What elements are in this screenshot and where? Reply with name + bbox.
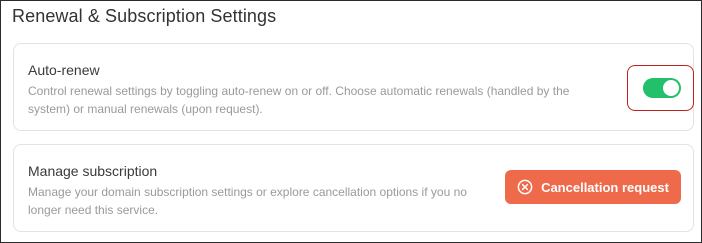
- auto-renew-title: Auto-renew: [28, 62, 100, 78]
- auto-renew-card: Auto-renew Control renewal settings by t…: [13, 43, 694, 131]
- manage-subscription-title: Manage subscription: [28, 163, 158, 179]
- auto-renew-description: Control renewal settings by toggling aut…: [28, 84, 570, 116]
- x-circle-icon: [517, 179, 533, 195]
- cancellation-request-label: Cancellation request: [541, 179, 669, 195]
- auto-renew-toggle[interactable]: [643, 78, 681, 98]
- cancellation-request-button[interactable]: Cancellation request: [505, 170, 681, 204]
- manage-subscription-description: Manage your domain subscription settings…: [28, 185, 467, 217]
- settings-panel: Renewal & Subscription Settings Auto-ren…: [0, 0, 702, 243]
- manage-subscription-card: Manage subscription Manage your domain s…: [13, 144, 694, 232]
- toggle-knob: [663, 80, 679, 96]
- toggle-highlight: [627, 65, 694, 111]
- section-title: Renewal & Subscription Settings: [12, 6, 277, 26]
